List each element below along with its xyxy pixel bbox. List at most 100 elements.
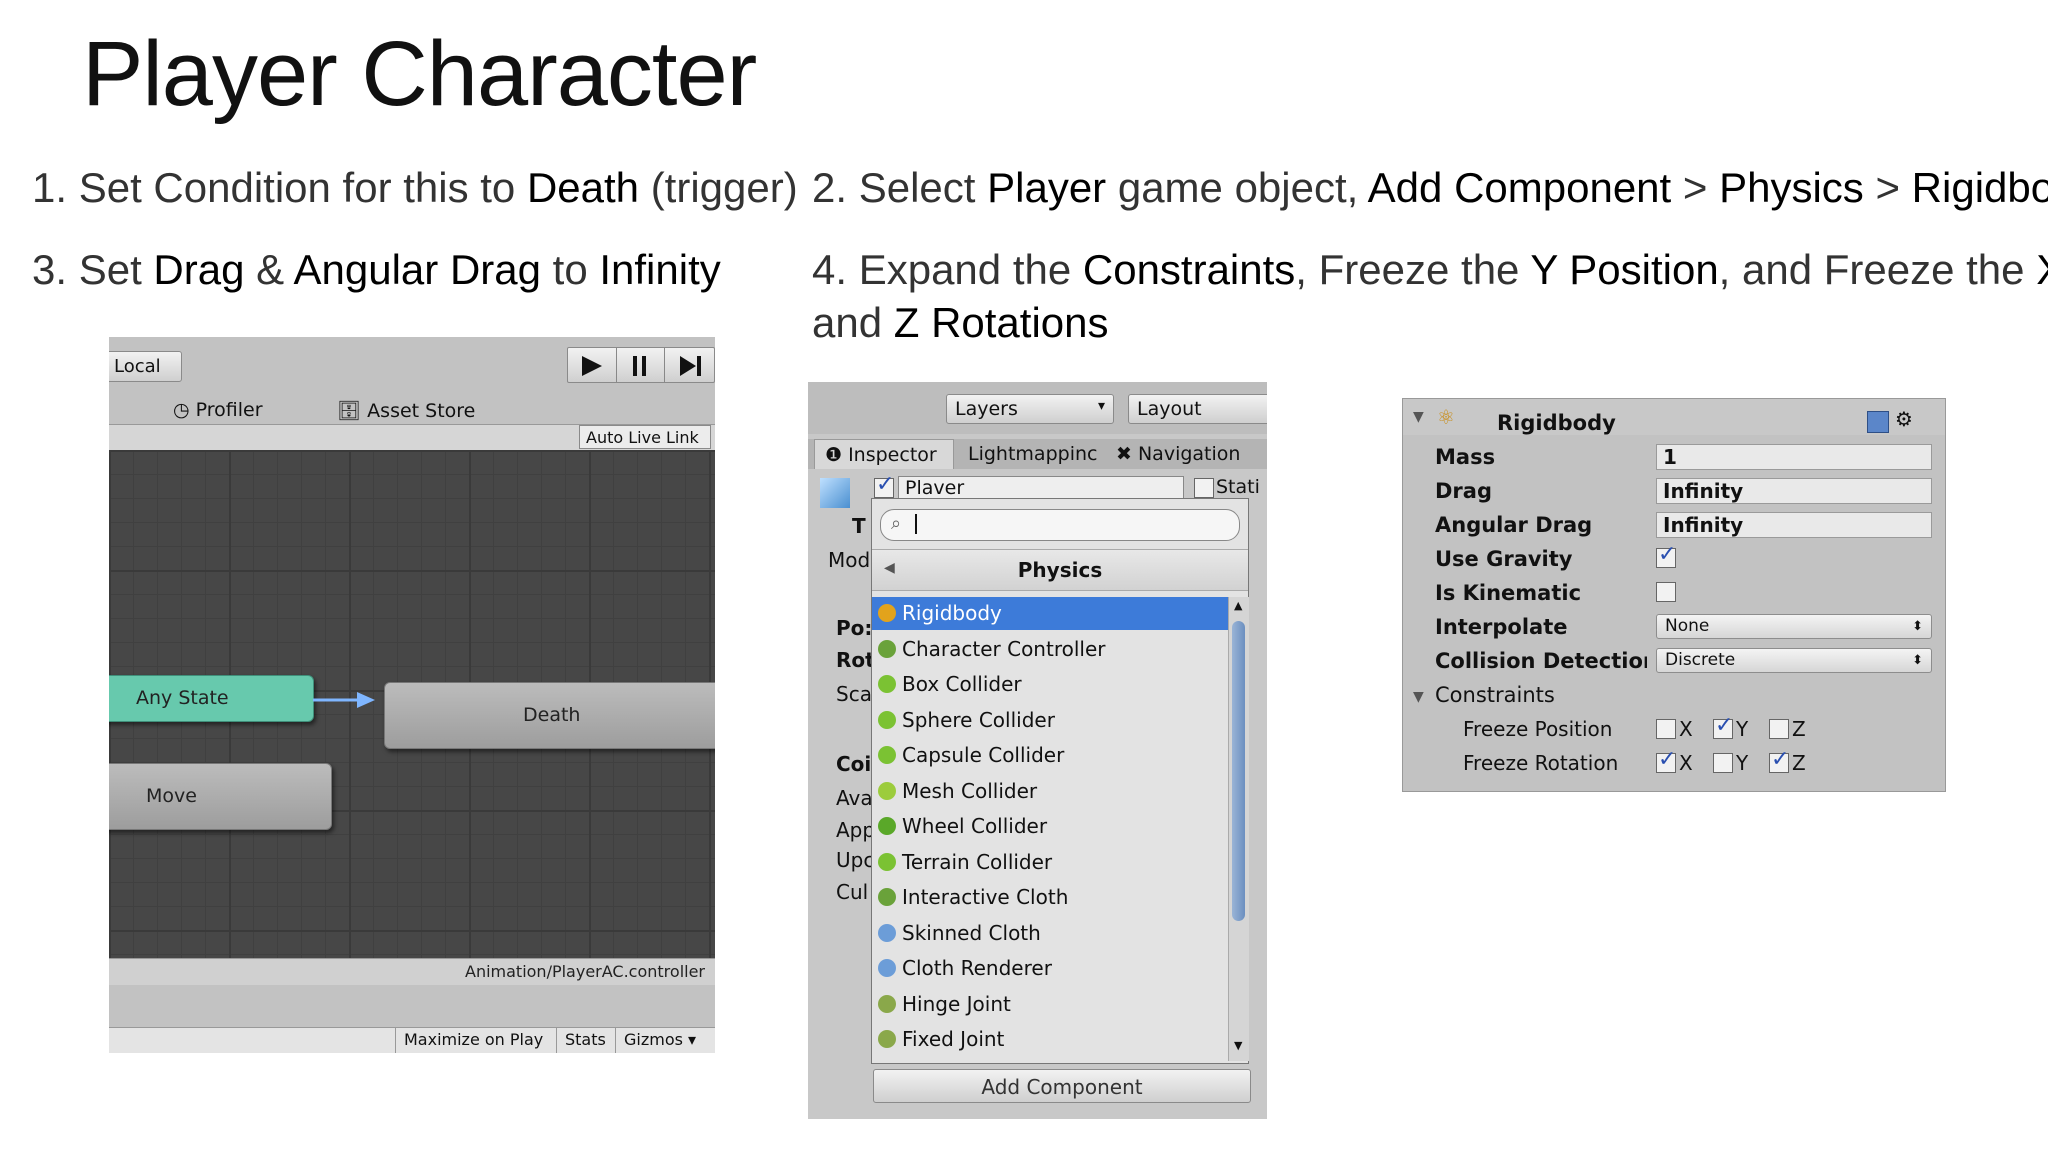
step-4: 4. Expand the Constraints, Freeze the Y … — [812, 246, 2048, 293]
static-checkbox[interactable] — [1194, 478, 1214, 498]
component-label: Sphere Collider — [902, 707, 1055, 732]
component-item[interactable]: Sphere Collider — [872, 704, 1228, 737]
is-kinematic-label: Is Kinematic — [1435, 581, 1582, 605]
component-icon — [878, 675, 896, 693]
any-state-node[interactable]: Any State — [109, 675, 314, 722]
component-item[interactable]: Skinned Cloth — [872, 917, 1228, 950]
component-icon — [878, 994, 896, 1013]
move-node[interactable]: Move — [109, 763, 332, 830]
freeze-rotation-y-checkbox[interactable] — [1713, 753, 1733, 773]
mass-field[interactable]: 1 — [1656, 444, 1932, 470]
freeze-position-z-checkbox[interactable] — [1769, 719, 1789, 739]
component-label: Hinge Joint — [902, 991, 1011, 1016]
constraints-foldout-icon[interactable]: ▼ — [1413, 689, 1424, 705]
interpolate-dropdown[interactable]: None ⬍ — [1656, 614, 1932, 639]
gizmos-button[interactable]: Gizmos ▾ — [615, 1027, 704, 1053]
static-label: Stati — [1216, 476, 1260, 498]
component-item[interactable]: Cloth Renderer — [872, 952, 1228, 985]
stats-button[interactable]: Stats — [556, 1027, 614, 1053]
drag-label: Drag — [1435, 479, 1492, 503]
component-label: Character Controller — [902, 636, 1106, 661]
scrollbar-thumb[interactable] — [1232, 621, 1245, 921]
component-label: Box Collider — [902, 672, 1022, 696]
component-scrollbar[interactable]: ▲ ▼ — [1228, 597, 1249, 1061]
controller-path: Animation/PlayerAC.controller — [465, 962, 705, 981]
component-label: Interactive Cloth — [902, 885, 1069, 909]
active-checkbox[interactable] — [874, 472, 894, 498]
step-4-continued: and Z Rotations — [812, 299, 1109, 346]
mass-label: Mass — [1435, 445, 1496, 469]
tab-inspector[interactable]: ❶ Inspector — [814, 439, 954, 469]
component-icon — [878, 604, 896, 622]
component-label: Cloth Renderer — [902, 956, 1052, 980]
asset-store-tab[interactable]: 🗄 Asset Store — [337, 399, 475, 422]
component-icon — [878, 888, 896, 906]
add-component-popup: ⌕ ◀ Physics Rigidbody Character Controlle… — [871, 498, 1249, 1064]
component-item[interactable]: Terrain Collider — [872, 846, 1228, 879]
gear-icon[interactable]: ⚙ — [1895, 407, 1913, 431]
transition-arrow[interactable] — [313, 690, 377, 710]
axis-label: Z — [1792, 717, 1806, 741]
component-label: Capsule Collider — [902, 743, 1065, 767]
auto-live-link-toggle[interactable]: Auto Live Link — [579, 425, 711, 449]
pause-icon[interactable] — [630, 355, 650, 377]
component-item[interactable]: Interactive Cloth — [872, 881, 1228, 914]
component-item[interactable]: Fixed Joint — [872, 1023, 1228, 1056]
component-item[interactable]: Hinge Joint — [872, 988, 1228, 1021]
component-label: Mesh Collider — [902, 778, 1038, 803]
freeze-position-label: Freeze Position — [1463, 717, 1613, 741]
slide-title: Player Character — [82, 23, 757, 125]
constraints-label[interactable]: Constraints — [1435, 683, 1555, 707]
scroll-up-icon[interactable]: ▲ — [1234, 599, 1242, 612]
add-component-button[interactable]: Add Component — [873, 1069, 1251, 1103]
component-label: Wheel Collider — [902, 814, 1048, 838]
freeze-position-x-checkbox[interactable] — [1656, 719, 1676, 739]
drag-field[interactable]: Infinity — [1656, 478, 1932, 504]
animator-window: Local ◷ Profiler 🗄 Asset Store Auto Live… — [109, 337, 715, 1053]
axis-label: Y — [1736, 717, 1749, 741]
collision-detection-dropdown[interactable]: Discrete ⬍ — [1656, 648, 1932, 673]
help-icon[interactable] — [1867, 411, 1889, 433]
component-icon — [878, 959, 896, 977]
is-kinematic-checkbox[interactable] — [1656, 582, 1676, 602]
profiler-tab[interactable]: ◷ Profiler — [173, 399, 263, 421]
death-node[interactable]: Death — [384, 682, 715, 749]
component-icon — [878, 781, 896, 800]
tab-navigation[interactable]: ✖ Navigation — [1116, 439, 1240, 469]
step-1: 1. Set Condition for this to Death (trig… — [32, 164, 798, 211]
component-item[interactable]: Character Controller — [872, 633, 1228, 666]
use-gravity-label: Use Gravity — [1435, 547, 1573, 571]
object-name-field[interactable]: Plaver — [898, 476, 1184, 500]
component-label: Fixed Joint — [902, 1027, 1005, 1051]
component-icon — [878, 817, 896, 835]
foldout-arrow-icon[interactable]: ▼ — [1413, 409, 1424, 425]
component-item[interactable]: Capsule Collider — [872, 739, 1228, 772]
component-item[interactable]: Box Collider — [872, 668, 1228, 701]
scroll-down-icon[interactable]: ▼ — [1234, 1039, 1242, 1052]
local-button[interactable]: Local — [109, 351, 182, 382]
freeze-rotation-z-checkbox[interactable] — [1769, 747, 1789, 773]
cube-icon — [820, 478, 850, 508]
freeze-rotation-x-checkbox[interactable] — [1656, 747, 1676, 773]
component-icon — [878, 852, 896, 871]
component-item[interactable]: Mesh Collider — [872, 775, 1228, 808]
layout-dropdown[interactable]: Layout — [1128, 394, 1267, 424]
use-gravity-checkbox[interactable] — [1656, 542, 1676, 568]
layers-dropdown[interactable]: Layers ▾ — [946, 394, 1114, 424]
component-icon — [878, 923, 896, 942]
step-forward-icon[interactable] — [678, 355, 704, 377]
freeze-position-y-checkbox[interactable] — [1713, 713, 1733, 739]
component-icon — [878, 1030, 896, 1048]
state-machine-canvas[interactable]: Any State Death Move — [109, 450, 715, 958]
maximize-on-play-button[interactable]: Maximize on Play — [395, 1027, 551, 1053]
popup-header: Physics — [1017, 558, 1103, 582]
tab-lightmapping[interactable]: Lightmappinc — [968, 439, 1097, 469]
component-search-input[interactable]: ⌕ — [880, 509, 1240, 541]
angular-drag-field[interactable]: Infinity — [1656, 512, 1932, 538]
collision-detection-label: Collision Detection — [1435, 649, 1647, 673]
component-item[interactable]: Rigidbody — [872, 597, 1228, 630]
component-item[interactable]: Wheel Collider — [872, 810, 1228, 843]
rigidbody-icon: ⚛ — [1437, 405, 1455, 429]
play-icon[interactable] — [580, 355, 604, 377]
search-icon: ⌕ — [891, 513, 902, 534]
